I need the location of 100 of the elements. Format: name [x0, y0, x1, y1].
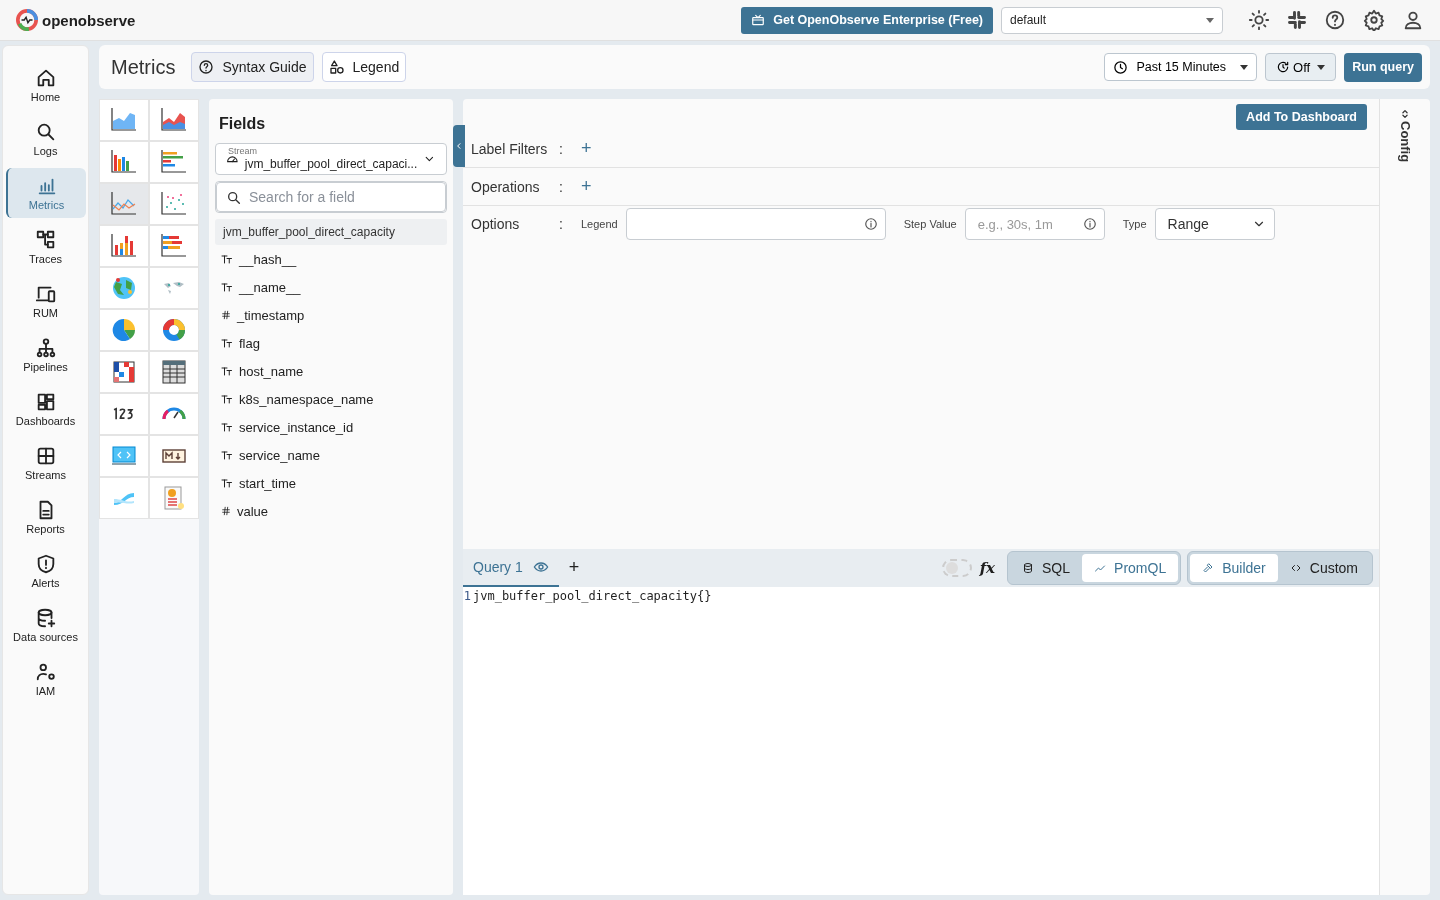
nav-item[interactable]: Alerts: [5, 546, 86, 596]
text-type-icon: [221, 281, 233, 293]
field-label: Type: [1122, 218, 1147, 230]
chart-type-icon: [113, 407, 135, 421]
legend-button[interactable]: Legend: [321, 52, 407, 82]
field-search-input[interactable]: Search for a field: [216, 182, 446, 212]
hierarchy-icon: [34, 337, 57, 359]
caret-icon: [1317, 64, 1326, 70]
field-label: Legend: [581, 218, 618, 230]
chart-type-button[interactable]: [99, 393, 149, 435]
text-type-icon: [221, 477, 233, 489]
text-type-icon: [221, 421, 233, 433]
add-label-filter-button[interactable]: +: [581, 138, 592, 159]
nav-item[interactable]: Traces: [5, 222, 86, 272]
expand-icon: [1400, 109, 1410, 119]
text-type-icon: [221, 253, 233, 265]
text-type-icon: [221, 449, 233, 461]
clock-icon: [1113, 59, 1129, 75]
caret-icon: [1240, 64, 1249, 70]
colon: :: [559, 178, 564, 195]
stream-select[interactable]: Stream jvm_buffer_pool_direct_capaci...: [215, 143, 447, 175]
line-number: 1: [463, 588, 471, 603]
nav-item[interactable]: Home: [5, 60, 86, 110]
info-icon: [863, 217, 878, 231]
help-icon: [1324, 9, 1346, 31]
nav-item[interactable]: Data sources: [5, 600, 86, 650]
logo-icon: [16, 9, 38, 31]
page-title: Metrics: [111, 55, 176, 79]
step-value-input[interactable]: e.g., 30s, 1m: [964, 208, 1105, 240]
info-icon: [1082, 217, 1097, 231]
field-item[interactable]: host_name: [215, 357, 447, 385]
add-operation-button[interactable]: +: [581, 176, 592, 197]
field-item[interactable]: service_instance_id: [215, 413, 447, 441]
field-label: Step Value: [903, 218, 957, 230]
time-range-select[interactable]: Past 15 Minutes: [1104, 53, 1258, 81]
chart-type-button[interactable]: [149, 351, 199, 393]
hashtag-grid-icon: [1287, 10, 1307, 30]
panel-title: Fields: [219, 115, 267, 133]
field-item[interactable]: service_name: [215, 441, 447, 469]
caret-icon: [1206, 17, 1214, 23]
field-item[interactable]: value: [215, 497, 447, 525]
hammer-icon: [1202, 561, 1215, 574]
brand-name: openobserve: [42, 11, 136, 29]
row-label: Label Filters: [471, 140, 549, 157]
nav-item[interactable]: Logs: [5, 114, 86, 164]
refresh-select[interactable]: Off: [1265, 53, 1337, 81]
refresh-icon: [1276, 60, 1291, 74]
nav-item[interactable]: RUM: [5, 276, 86, 326]
help-icon: [198, 59, 215, 75]
organization-select[interactable]: default: [1001, 6, 1223, 34]
add-to-dashboard-button[interactable]: Add To Dashboard: [1236, 104, 1367, 130]
field-item[interactable]: __hash__: [215, 245, 447, 273]
traces-icon: [34, 229, 57, 251]
colon: :: [559, 216, 564, 232]
text-type-icon: [221, 393, 233, 405]
shapes-icon: [328, 59, 345, 75]
nav-item[interactable]: IAM: [5, 654, 86, 704]
user-icon: [1402, 9, 1424, 31]
nav-item[interactable]: Reports: [5, 492, 86, 542]
function-button[interactable]: fx: [979, 558, 996, 577]
legend-input[interactable]: [625, 208, 886, 240]
database-icon: [1022, 561, 1035, 574]
toggle-switch[interactable]: [941, 558, 972, 577]
add-query-button[interactable]: +: [562, 556, 586, 579]
sun-icon: [1248, 9, 1270, 31]
code-editor[interactable]: 1 jvm_buffer_pool_direct_capacity{}: [463, 586, 1379, 895]
hash-icon: [221, 506, 231, 516]
field-item[interactable]: _timestamp: [215, 301, 447, 329]
row-label: Operations: [471, 178, 541, 195]
user-gear-icon: [34, 661, 57, 683]
mode-option[interactable]: Builder: [1190, 553, 1278, 582]
hash-icon: [221, 310, 231, 320]
chevron-left-icon: [455, 142, 463, 150]
row-label: Options: [471, 216, 521, 232]
type-select[interactable]: Range: [1154, 208, 1275, 240]
enterprise-button[interactable]: Get OpenObserve Enterprise (Free): [741, 6, 993, 34]
field-item[interactable]: __name__: [215, 273, 447, 301]
text-type-icon: [221, 365, 233, 377]
chart-type-button[interactable]: [99, 351, 149, 393]
colon: :: [559, 140, 564, 157]
collapse-handle[interactable]: [453, 125, 465, 167]
nav-item[interactable]: Streams: [5, 438, 86, 488]
run-query-button[interactable]: Run query: [1344, 52, 1422, 82]
gift-icon: [751, 13, 766, 27]
text-type-icon: [221, 337, 233, 349]
settings-icon: [1363, 9, 1385, 31]
config-toggle[interactable]: Config: [1397, 109, 1413, 163]
nav-item[interactable]: Pipelines: [5, 330, 86, 380]
nav-item[interactable]: Metrics: [5, 168, 86, 218]
code-line: jvm_buffer_pool_direct_capacity{}: [473, 588, 712, 603]
field-item[interactable]: flag: [215, 329, 447, 357]
syntax-guide-button[interactable]: Syntax Guide: [191, 52, 314, 82]
mode-option[interactable]: Custom: [1277, 553, 1370, 582]
language-option[interactable]: PromQL: [1082, 553, 1179, 582]
nav-item[interactable]: Dashboards: [5, 384, 86, 434]
language-option[interactable]: SQL: [1010, 553, 1083, 582]
field-item[interactable]: k8s_namespace_name: [215, 385, 447, 413]
field-item[interactable]: start_time: [215, 469, 447, 497]
chart-type-icon: [159, 357, 189, 387]
stream-name-row[interactable]: jvm_buffer_pool_direct_capacity: [215, 219, 447, 245]
